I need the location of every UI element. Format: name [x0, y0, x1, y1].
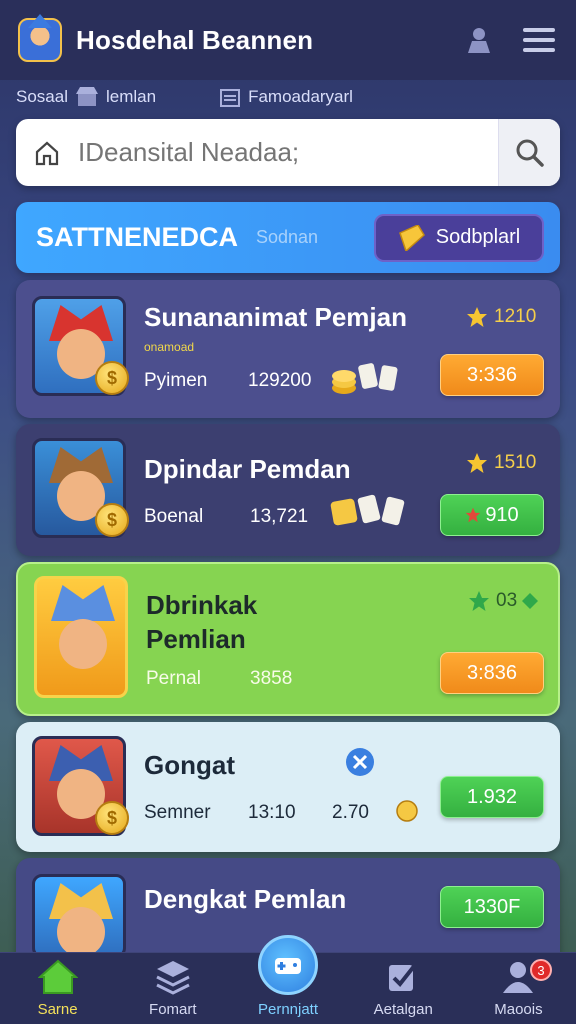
card-title: Dengkat Pemlan [144, 884, 347, 914]
cards-icon [330, 494, 405, 526]
avatar: $ [32, 438, 129, 538]
game-card-highlighted[interactable]: Dbrinkak Pemlian Pernal 3858 03 3:836 [16, 562, 560, 716]
play-button[interactable]: 3:836 [440, 652, 544, 694]
card-label: Semner [144, 802, 211, 823]
card-value: 129200 [248, 370, 312, 391]
checklist-icon [389, 963, 417, 991]
app-header: Hosdehal Beannen [0, 0, 576, 80]
calendar-icon [220, 89, 241, 107]
card-label: Pernal [146, 668, 201, 689]
layers-icon [156, 961, 190, 995]
search-input[interactable] [78, 119, 498, 186]
card-value: 3858 [250, 668, 293, 689]
menu-icon[interactable] [520, 21, 558, 59]
search-bar [16, 119, 560, 186]
tab-label: Pernnjatt [257, 1001, 319, 1018]
star-icon [466, 507, 481, 523]
tab-messages[interactable]: Maoois 3 [461, 953, 576, 1024]
search-button[interactable] [498, 119, 560, 186]
rating-value: 03 [496, 590, 518, 611]
card-rating: 1210 [466, 306, 536, 328]
tab-label: Aetalgan [373, 1001, 433, 1018]
coin-icon [396, 800, 418, 822]
tab-tasks[interactable]: Aetalgan [346, 953, 461, 1024]
banner-button[interactable]: Sodbplarl [374, 213, 544, 262]
card-value: 13,721 [250, 506, 309, 527]
rating-value: 1510 [494, 452, 537, 473]
subnav-item-label: Famoadaryarl [248, 87, 353, 106]
card-value: 13:10 [248, 802, 296, 823]
star-icon [467, 453, 487, 473]
avatar [34, 576, 128, 698]
search-icon [516, 139, 544, 167]
notification-badge: 3 [530, 959, 553, 981]
tab-format[interactable]: Fomart [115, 953, 230, 1024]
coin-icon: $ [95, 503, 129, 537]
avatar [32, 874, 126, 958]
rating-value: 1210 [494, 306, 537, 327]
play-button[interactable]: 910 [440, 494, 544, 536]
card-rating: 03 [468, 590, 545, 612]
coins-cards-icon [332, 363, 398, 394]
coin-icon: $ [95, 361, 129, 395]
promo-banner: SATTNENEDCA Sodnan Sodbplarl [16, 202, 560, 273]
play-button[interactable]: 1.932 [440, 776, 544, 818]
card-label: Pyimen [144, 370, 208, 391]
coin-icon: $ [95, 801, 129, 835]
button-label: 910 [485, 503, 519, 526]
card-subtitle: onamoad [144, 340, 195, 354]
avatar: $ [32, 296, 129, 396]
avatar: $ [32, 736, 129, 836]
app-logo [18, 18, 62, 62]
ticket-icon [398, 224, 425, 251]
clover-icon [469, 591, 489, 611]
card-label: Boenal [144, 506, 204, 527]
play-button[interactable]: 3:336 [440, 354, 544, 396]
tab-play[interactable]: Pernnjatt [230, 935, 345, 1024]
badge-icon [346, 748, 374, 776]
secondary-nav: Sosaal lemlan Famoadaryarl [0, 80, 576, 114]
subnav-item-label: lemlan [105, 87, 157, 106]
game-card[interactable]: $ Gongat Semner 13:10 2.70 1.932 [16, 722, 560, 852]
card-title: Dpindar Pemdan [144, 454, 351, 484]
subnav-item-social[interactable]: Sosaal lemlan [16, 87, 156, 107]
gamepad-icon [258, 935, 318, 995]
tab-label: Sarne [37, 1001, 78, 1018]
tab-label: Fomart [149, 1001, 197, 1018]
app-title: Hosdehal Beannen [76, 24, 314, 55]
banner-title: SATTNENEDCA [36, 222, 238, 252]
shop-icon [75, 87, 98, 106]
card-title: Gongat [144, 750, 235, 780]
home-icon [37, 959, 78, 994]
subnav-item-label: Sosaal [16, 87, 68, 106]
game-card[interactable]: $ Dpindar Pemdan Boenal 13,721 1510 910 [16, 424, 560, 556]
home-icon[interactable] [16, 140, 78, 166]
card-title: Dbrinkak Pemlian [146, 590, 258, 654]
game-card[interactable]: $ Sunananimat Pemjan onamoad Pyimen 1292… [16, 280, 560, 418]
tab-label: Maoois [494, 1001, 543, 1018]
subnav-item-calendar[interactable]: Famoadaryarl [212, 87, 353, 107]
banner-button-label: Sodbplarl [435, 226, 521, 248]
card-rating: 1510 [466, 452, 536, 474]
card-value-2: 2.70 [332, 802, 369, 823]
banner-subtitle: Sodnan [256, 227, 319, 247]
profile-icon[interactable] [460, 21, 498, 59]
gem-icon [522, 593, 539, 609]
tab-games[interactable]: Sarne [0, 953, 115, 1024]
star-icon [467, 307, 487, 327]
card-title: Sunananimat Pemjan [144, 302, 407, 332]
bottom-nav: Sarne Fomart Pernnjatt Aetalgan Maoois 3 [0, 935, 576, 1024]
play-button[interactable]: 1330F [440, 886, 544, 928]
